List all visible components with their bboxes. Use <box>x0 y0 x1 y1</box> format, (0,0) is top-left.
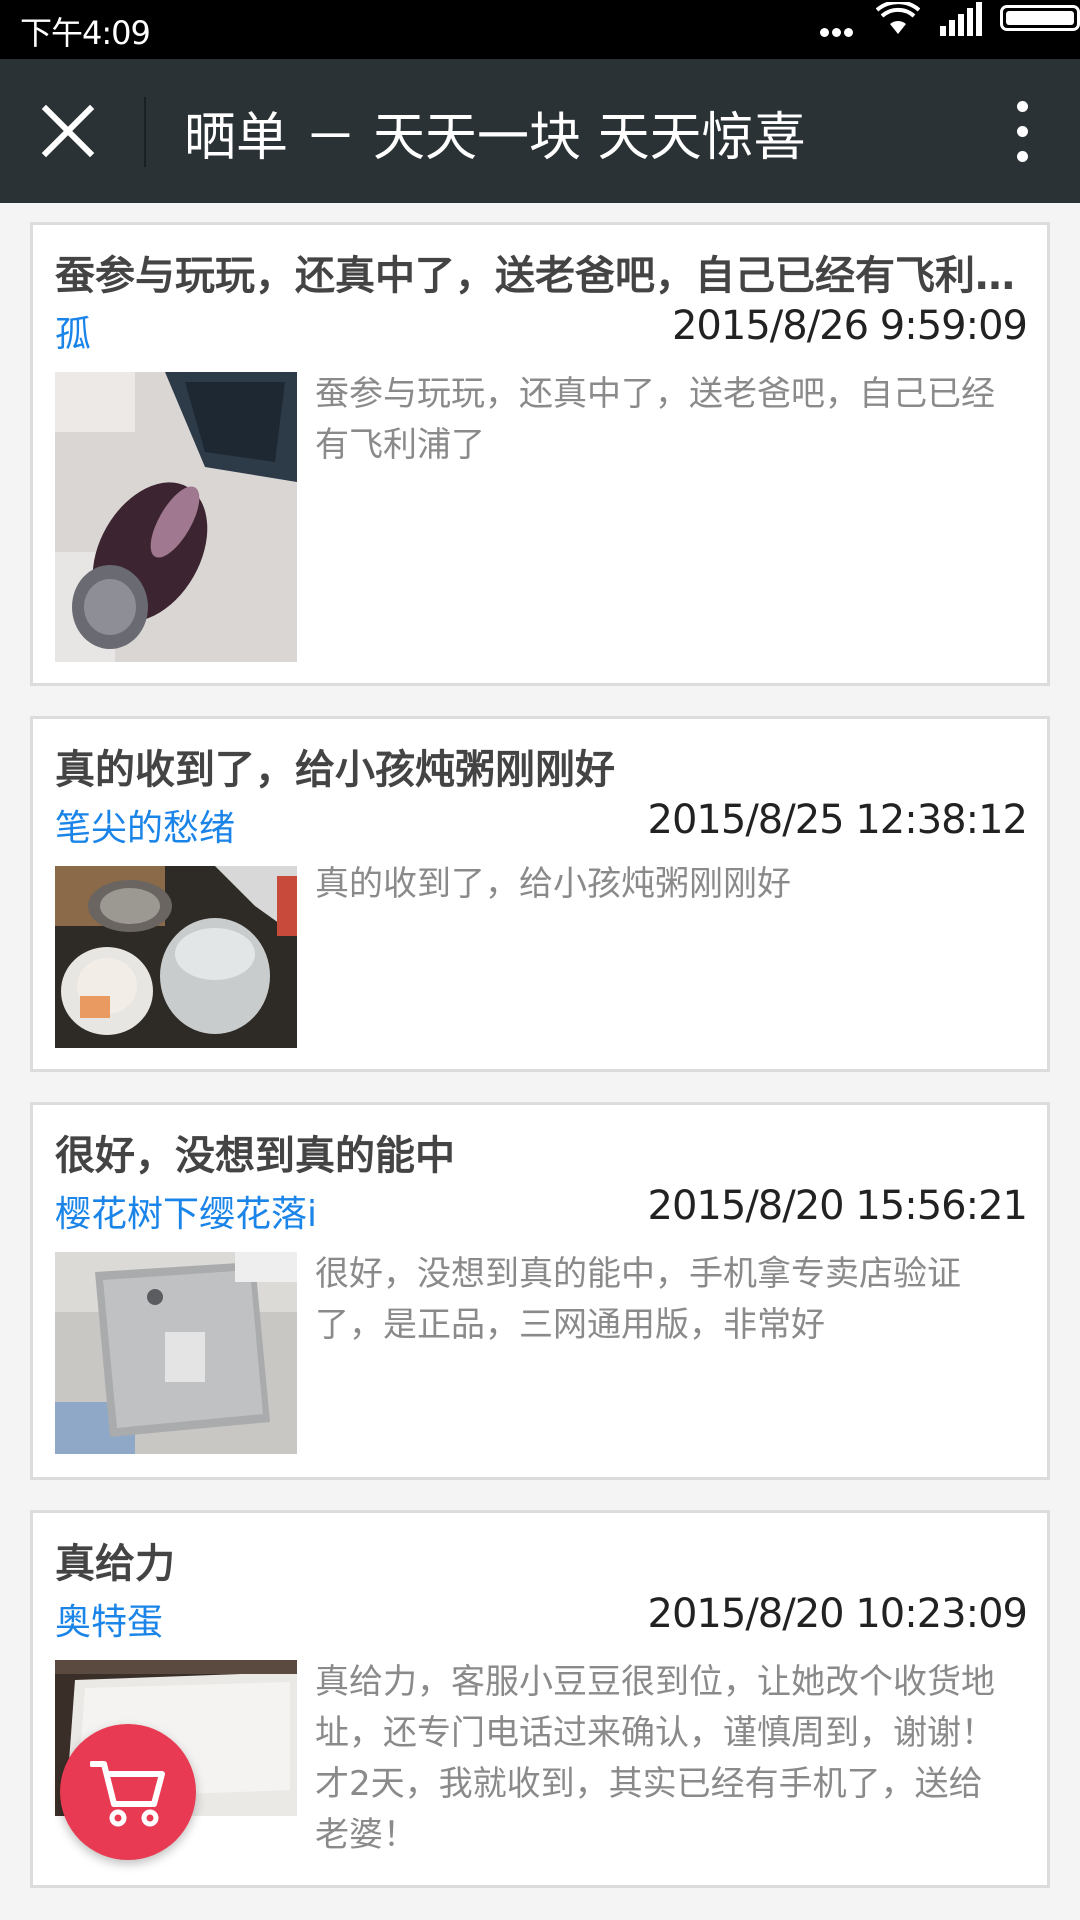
post-feed: 蚕参与玩玩，还真中了，送老爸吧，自己已经有飞利浦了 孤 2015/8/26 9:… <box>30 222 1050 1918</box>
post-body: 真的收到了，给小孩炖粥刚刚好 <box>315 864 791 904</box>
post-title: 蚕参与玩玩，还真中了，送老爸吧，自己已经有飞利浦了 <box>55 253 1035 299</box>
status-time: 下午4:09 <box>20 14 151 52</box>
post-date: 2015/8/26 9:59:09 <box>671 303 1028 349</box>
post-username[interactable]: 孤 <box>55 305 91 357</box>
post-title: 很好，没想到真的能中 <box>55 1133 455 1179</box>
more-dots-icon <box>820 22 860 37</box>
top-navbar: 晒单 － 天天一块 天天惊喜 <box>0 59 1080 203</box>
post-card[interactable]: 蚕参与玩玩，还真中了，送老爸吧，自己已经有飞利浦了 孤 2015/8/26 9:… <box>30 222 1050 686</box>
post-username[interactable]: 奥特蛋 <box>55 1593 163 1645</box>
shopping-cart-icon <box>90 1761 165 1827</box>
post-body: 很好，没想到真的能中，手机拿专卖店验证了，是正品，三网通用版，非常好 <box>315 1254 961 1345</box>
cart-button[interactable] <box>60 1724 196 1860</box>
close-icon[interactable] <box>40 103 96 159</box>
post-title: 真给力 <box>55 1541 175 1587</box>
post-image-phone[interactable] <box>55 1252 297 1454</box>
post-date: 2015/8/25 12:38:12 <box>647 797 1028 843</box>
page-title: 晒单 － 天天一块 天天惊喜 <box>184 108 806 168</box>
post-body: 蚕参与玩玩，还真中了，送老爸吧，自己已经有飞利浦了 <box>315 374 995 465</box>
wifi-icon <box>876 2 920 34</box>
signal-icon <box>940 2 982 36</box>
status-bar: 下午4:09 <box>0 0 1080 59</box>
post-body: 真给力，客服小豆豆很到位，让她改个收货地址，还专门电话过来确认，谨慎周到，谢谢！… <box>315 1662 995 1855</box>
post-username[interactable]: 樱花树下缨花落i <box>55 1185 317 1237</box>
post-image-slow-cooker[interactable] <box>55 866 297 1048</box>
post-image-shaver[interactable] <box>55 372 297 662</box>
post-username[interactable]: 笔尖的愁绪 <box>55 799 235 851</box>
post-title: 真的收到了，给小孩炖粥刚刚好 <box>55 747 615 793</box>
more-vertical-icon[interactable] <box>1010 101 1034 163</box>
post-card[interactable]: 真的收到了，给小孩炖粥刚刚好 笔尖的愁绪 2015/8/25 12:38:12 … <box>30 716 1050 1072</box>
battery-icon <box>1000 5 1080 31</box>
post-date: 2015/8/20 15:56:21 <box>647 1183 1028 1229</box>
nav-divider <box>144 97 146 167</box>
post-card[interactable]: 很好，没想到真的能中 樱花树下缨花落i 2015/8/20 15:56:21 很… <box>30 1102 1050 1480</box>
post-date: 2015/8/20 10:23:09 <box>647 1591 1028 1637</box>
